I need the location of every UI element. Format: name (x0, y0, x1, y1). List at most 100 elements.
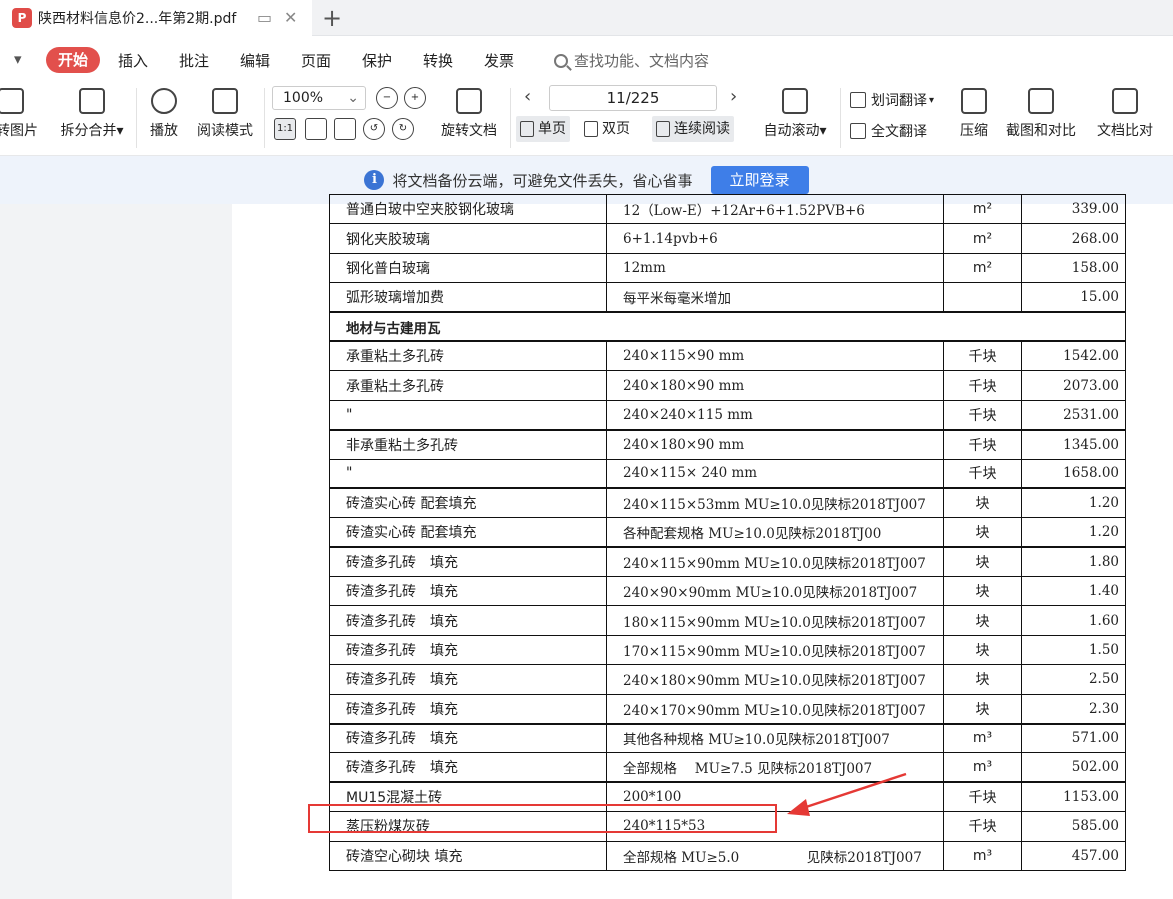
material-name-cell: 砖渣多孔砖 填充 (329, 693, 607, 725)
next-page-icon[interactable]: › (730, 86, 737, 107)
search-placeholder: 查找功能、文档内容 (574, 52, 710, 70)
prev-page-icon[interactable]: ‹ (524, 86, 531, 107)
price-cell: 158.00 (1021, 252, 1126, 284)
single-page-icon (520, 121, 534, 137)
full-translate-icon (850, 123, 866, 139)
price-table: 普通白玻中空夹胶钢化玻璃 12（Low-E）+12Ar+6+1.52PVB+6 m²… (329, 193, 1126, 871)
rotate-right-icon[interactable]: ↻ (392, 118, 414, 140)
fit-page-icon[interactable] (305, 118, 327, 140)
price-cell: 1345.00 (1021, 429, 1126, 460)
menu-page[interactable]: 页面 (301, 50, 331, 71)
toolbar: 转图片 拆分合并▾ 播放 阅读模式 100% ⌄ − + 1:1 ↺ ↻ 旋转文… (0, 80, 1173, 156)
word-translate-button[interactable]: 划词翻译 ▾ (850, 90, 934, 110)
actual-size-icon[interactable]: 1:1 (274, 118, 296, 140)
menu-invoice[interactable]: 发票 (484, 50, 514, 71)
unit-cell: 块 (943, 634, 1022, 666)
rotate-document-button[interactable]: 旋转文档 (438, 88, 500, 140)
unit-cell: 千块 (943, 370, 1022, 401)
page-number-input[interactable]: 11/225 (549, 85, 717, 111)
table-row: 钢化普白玻璃 12mm m² 158.00 (329, 252, 1126, 284)
material-name-cell: 砖渣空心砌块 填充 (329, 840, 607, 871)
notice-text: 将文档备份云端，可避免文件丢失，省心省事 (392, 171, 693, 190)
table-row: 承重粘土多孔砖 240×180×90 mm 千块 2073.00 (329, 370, 1126, 401)
highlight-box (308, 804, 777, 833)
price-cell: 15.00 (1021, 282, 1126, 314)
unit-cell: m³ (943, 723, 1022, 754)
menu-start[interactable]: 开始 (46, 47, 100, 73)
to-image-button[interactable]: 转图片 (0, 88, 42, 140)
chevron-down-icon: ⌄ (347, 90, 359, 106)
unit-cell: m² (943, 193, 1022, 225)
table-row: 非承重粘土多孔砖 240×180×90 mm 千块 1345.00 (329, 429, 1126, 460)
table-row: 砖渣多孔砖 填充 170×115×90mm MU≥10.0见陕标2018TJ007… (329, 634, 1126, 666)
rotate-left-icon[interactable]: ↺ (363, 118, 385, 140)
translate-icon (850, 92, 866, 108)
menu-protect[interactable]: 保护 (362, 50, 392, 71)
material-name-cell: 砖渣实心砖 配套填充 (329, 517, 607, 549)
zoom-select[interactable]: 100% ⌄ (272, 86, 366, 110)
document-viewport[interactable]: 普通白玻中空夹胶钢化玻璃 12（Low-E）+12Ar+6+1.52PVB+6 m²… (0, 193, 1173, 899)
specification-cell: 全部规格 MU≥5.0 见陕标2018TJ007 (606, 840, 944, 871)
feature-search[interactable]: 查找功能、文档内容 (554, 50, 709, 71)
material-name-cell: 非承重粘土多孔砖 (329, 429, 607, 460)
double-page-button[interactable]: 双页 (580, 116, 634, 142)
table-row: 砖渣多孔砖 填充 180×115×90mm MU≥10.0见陕标2018TJ007… (329, 605, 1126, 636)
specification-cell: 每平米每毫米增加 (606, 282, 944, 314)
close-tab-icon[interactable]: ✕ (284, 8, 297, 27)
play-button[interactable]: 播放 (146, 88, 182, 140)
table-row: 砖渣多孔砖 填充 240×90×90mm MU≥10.0见陕标2018TJ007 块… (329, 576, 1126, 607)
fit-width-icon[interactable] (334, 118, 356, 140)
specification-cell: 240×170×90mm MU≥10.0见陕标2018TJ007 (606, 693, 944, 725)
material-name-cell: 承重粘土多孔砖 (329, 340, 607, 372)
price-cell: 268.00 (1021, 223, 1126, 254)
menu-insert[interactable]: 插入 (118, 50, 148, 71)
price-cell: 2.30 (1021, 693, 1126, 725)
read-mode-button[interactable]: 阅读模式 (194, 88, 256, 140)
table-row: 地材与古建用瓦 (329, 311, 1126, 343)
menu-bar: ▾ 开始 插入 批注 编辑 页面 保护 转换 发票 查找功能、文档内容 (0, 36, 1173, 80)
price-cell: 1.20 (1021, 487, 1126, 519)
pin-icon[interactable]: ▭ (257, 8, 272, 27)
price-cell: 571.00 (1021, 723, 1126, 754)
material-name-cell: 普通白玻中空夹胶钢化玻璃 (329, 193, 607, 225)
specification-cell: 全部规格 MU≥7.5 见陕标2018TJ007 (606, 752, 944, 784)
specification-cell: 各种配套规格 MU≥10.0见陕标2018TJ00 (606, 517, 944, 549)
compress-button[interactable]: 压缩 (956, 88, 992, 140)
login-button[interactable]: 立即登录 (710, 166, 809, 194)
material-name-cell: " (329, 458, 607, 490)
material-name-cell: 砖渣多孔砖 填充 (329, 605, 607, 636)
specification-cell: 240×115×53mm MU≥10.0见陕标2018TJ007 (606, 487, 944, 519)
split-merge-button[interactable]: 拆分合并▾ (56, 88, 128, 140)
menu-edit[interactable]: 编辑 (240, 50, 270, 71)
zoom-in-icon[interactable]: + (404, 87, 426, 109)
menu-convert[interactable]: 转换 (423, 50, 453, 71)
material-name-cell: 砖渣多孔砖 填充 (329, 576, 607, 607)
price-cell: 1.50 (1021, 634, 1126, 666)
menu-dropdown-icon[interactable]: ▾ (14, 50, 22, 68)
compare-icon (1112, 88, 1138, 114)
material-name-cell: 钢化夹胶玻璃 (329, 223, 607, 254)
unit-cell: m³ (943, 752, 1022, 784)
unit-cell: 块 (943, 487, 1022, 519)
unit-cell: 千块 (943, 399, 1022, 431)
image-icon (0, 88, 24, 114)
specification-cell: 240×90×90mm MU≥10.0见陕标2018TJ007 (606, 576, 944, 607)
continuous-icon (656, 121, 670, 137)
screenshot-compare-button[interactable]: 截图和对比 (1002, 88, 1080, 140)
tab-title: 陕西材料信息价2...年第2期.pdf (38, 11, 237, 27)
compress-icon (961, 88, 987, 114)
zoom-out-icon[interactable]: − (376, 87, 398, 109)
full-translate-button[interactable]: 全文翻译 (850, 121, 927, 141)
table-row: 砖渣多孔砖 填充 240×115×90mm MU≥10.0见陕标2018TJ007… (329, 546, 1126, 578)
auto-scroll-button[interactable]: 自动滚动▾ (758, 88, 832, 140)
double-page-icon (584, 121, 598, 137)
unit-cell: 千块 (943, 811, 1022, 842)
menu-annotate[interactable]: 批注 (179, 50, 209, 71)
new-tab-icon[interactable]: + (322, 4, 342, 32)
price-cell: 2.50 (1021, 664, 1126, 695)
table-row: 砖渣实心砖 配套填充 240×115×53mm MU≥10.0见陕标2018TJ0… (329, 487, 1126, 519)
continuous-read-button[interactable]: 连续阅读 (652, 116, 734, 142)
single-page-button[interactable]: 单页 (516, 116, 570, 142)
material-name-cell: " (329, 399, 607, 431)
doc-compare-button[interactable]: 文档比对 (1094, 88, 1156, 140)
